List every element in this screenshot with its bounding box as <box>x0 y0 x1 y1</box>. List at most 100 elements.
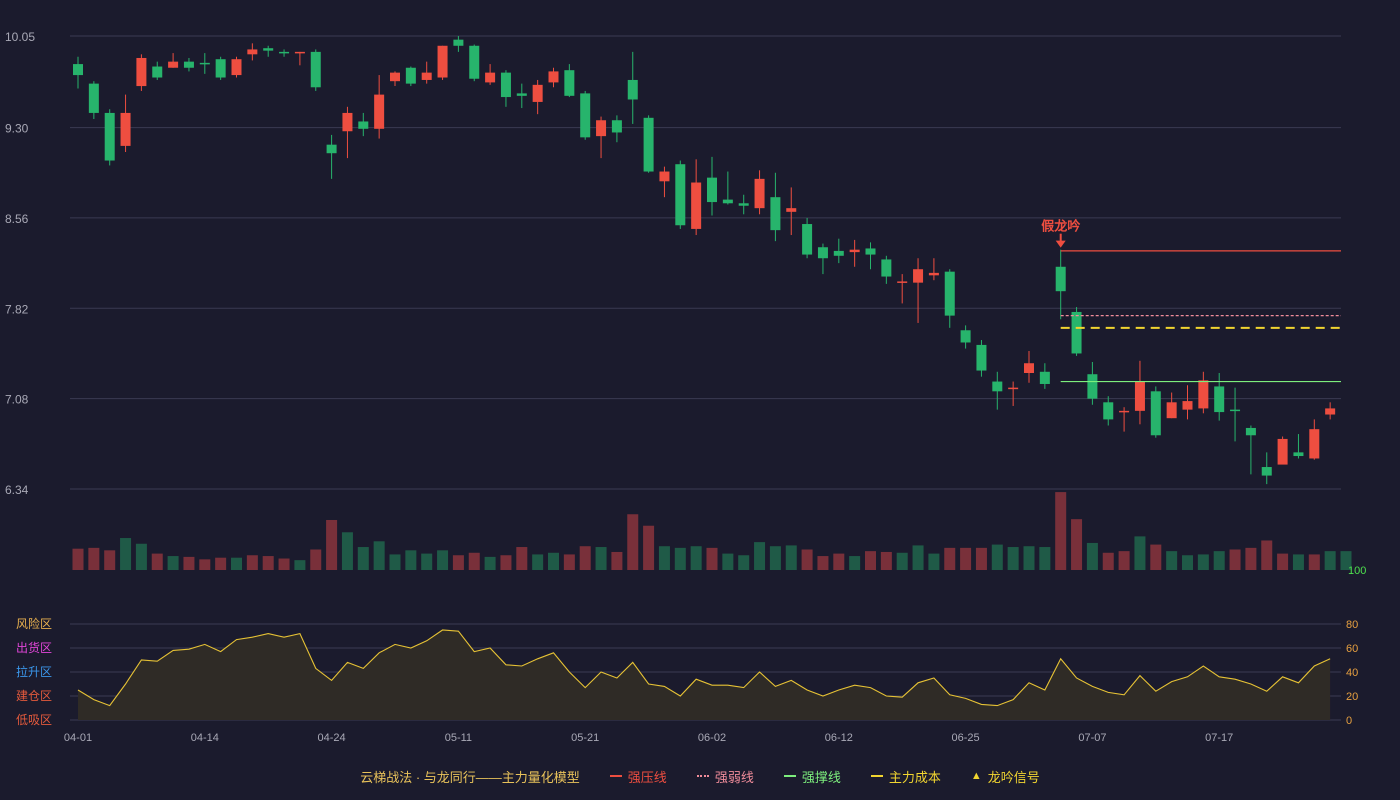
candle <box>1182 385 1193 420</box>
volume-bar <box>484 556 496 570</box>
candle <box>294 51 305 66</box>
volume-bar <box>865 551 876 570</box>
candle <box>1166 392 1177 419</box>
zone-label: 出货区 <box>16 640 52 655</box>
candle-body <box>437 45 448 78</box>
legend-item-support[interactable]: 强撑线 <box>783 767 841 786</box>
price-tick-label: 8.56 <box>5 212 29 226</box>
candle <box>1134 360 1145 425</box>
volume-bar <box>769 546 781 570</box>
legend-title: 云梯战法 · 与龙同行——主力量化模型 <box>360 769 580 785</box>
volume-bar <box>1292 554 1304 570</box>
legend-item-weak[interactable]: 强弱线 <box>696 767 754 786</box>
volume-bar <box>72 548 84 570</box>
oscillator-tick-label: 20 <box>1346 691 1358 703</box>
volume-bar <box>532 554 544 570</box>
signal-label: 假龙吟 <box>1041 219 1080 234</box>
candle <box>564 64 575 98</box>
volume-bar <box>215 557 227 570</box>
candle <box>1293 434 1304 459</box>
candle <box>1277 436 1288 465</box>
volume-bar <box>1007 547 1019 570</box>
candle <box>231 56 242 78</box>
stock-chart: 假龙吟 10.05 9.30 8.56 7.82 7.08 6.34 100 风险区出货区拉升… <box>5 30 1366 744</box>
candle-body <box>786 208 797 212</box>
solid-line-icon <box>609 775 622 777</box>
candle-body <box>516 93 527 96</box>
legend-item-cost[interactable]: 主力成本 <box>870 767 941 786</box>
candle <box>199 53 210 74</box>
candle-body <box>500 72 511 98</box>
candle <box>786 187 797 236</box>
candle <box>532 79 543 115</box>
candle-body <box>294 51 305 54</box>
volume-bar <box>373 541 385 570</box>
candle <box>374 75 385 139</box>
candle <box>469 44 480 82</box>
candle-body <box>849 249 860 253</box>
candle <box>643 115 654 173</box>
volume-bar <box>643 525 655 570</box>
candle <box>1214 373 1225 421</box>
candle <box>596 116 607 159</box>
volume-bar <box>1023 546 1035 570</box>
dashed-line-icon <box>870 775 883 777</box>
price-tick-label: 9.30 <box>5 122 29 136</box>
candle-body <box>1134 381 1145 411</box>
candle-body <box>1024 363 1034 374</box>
candle <box>1024 351 1034 383</box>
candle-layer <box>73 36 1336 485</box>
candle <box>1230 387 1241 442</box>
volume-bar <box>722 553 734 570</box>
volume-bar <box>1182 555 1193 570</box>
volume-bar <box>326 519 338 570</box>
volume-bar <box>1308 554 1320 570</box>
legend-item-signal[interactable]: ▲ 龙吟信号 <box>971 767 1040 786</box>
candle-body <box>374 94 385 129</box>
volume-bar <box>833 553 845 570</box>
x-tick-label: 04-24 <box>318 732 346 744</box>
candle <box>1261 452 1272 485</box>
candle <box>279 49 290 57</box>
legend-label: 强撑线 <box>801 769 841 785</box>
volume-bar <box>928 553 940 570</box>
legend-label: 强压线 <box>627 769 667 785</box>
candle <box>580 90 591 140</box>
candle-body <box>596 120 607 137</box>
volume-bar <box>738 555 750 570</box>
candle <box>817 243 828 275</box>
candle-body <box>1071 311 1082 354</box>
candle-body <box>152 66 163 78</box>
volume-bar <box>674 547 686 570</box>
candle-body <box>1008 387 1019 390</box>
zone-label: 拉升区 <box>16 664 52 679</box>
legend-label: 主力成本 <box>888 769 941 785</box>
dotted-line-icon <box>696 775 709 777</box>
candle <box>913 258 924 323</box>
candle <box>1150 386 1161 438</box>
candle <box>722 171 733 205</box>
volume-bar <box>1245 547 1257 570</box>
volume-bar <box>1229 549 1241 570</box>
candle <box>1055 249 1066 320</box>
volume-bar <box>468 552 480 570</box>
x-tick-label: 04-01 <box>64 732 92 744</box>
legend-item-resist[interactable]: 强压线 <box>609 767 667 786</box>
candle-body <box>88 83 99 113</box>
volume-bar <box>801 549 813 570</box>
reference-lines <box>1060 250 1341 383</box>
candle-body <box>485 72 496 83</box>
candle <box>738 194 749 215</box>
candle <box>976 340 987 377</box>
candle-body <box>675 164 686 226</box>
candle-body <box>627 79 638 100</box>
volume-bar <box>944 547 956 570</box>
candle <box>152 61 163 80</box>
candle-body <box>469 45 480 79</box>
volume-bar <box>1134 536 1146 570</box>
x-tick-label: 05-21 <box>571 732 599 744</box>
candle <box>754 170 765 215</box>
grid-layer <box>70 35 1341 721</box>
candle-body <box>1261 467 1272 476</box>
candle-body <box>215 59 226 78</box>
